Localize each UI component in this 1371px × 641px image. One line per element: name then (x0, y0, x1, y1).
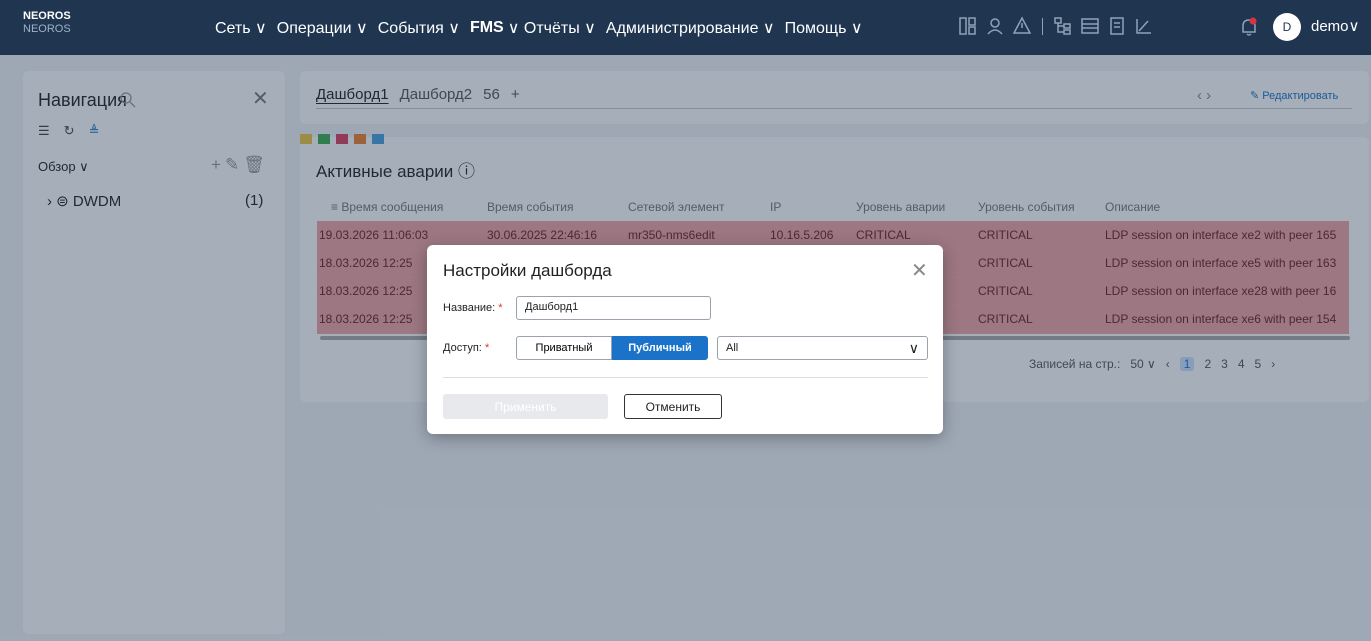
warning-icon[interactable] (1012, 16, 1032, 36)
tree-icon[interactable] (1053, 16, 1073, 36)
close-icon[interactable]: ✕ (911, 258, 928, 283)
dialog-title: Настройки дашборда (443, 261, 612, 280)
access-group-select[interactable]: All ∨ (717, 336, 928, 360)
menu-help[interactable]: Помощь ∨ (785, 18, 863, 38)
menu-fms[interactable]: FMS (470, 19, 504, 37)
toolbar-icons (958, 16, 1154, 36)
avatar[interactable]: D (1273, 13, 1301, 41)
menu-events[interactable]: События ∨ (378, 18, 460, 38)
logo-text: NEOROS (23, 10, 71, 22)
public-option[interactable]: Публичный (612, 336, 708, 360)
menu-admin[interactable]: Администрирование ∨ (606, 18, 775, 38)
chevron-down-icon: ∨ (908, 340, 919, 356)
document-icon[interactable] (1107, 16, 1127, 36)
main-menu: Сеть ∨ Операции ∨ События ∨ FMS ∨ Отчёты… (215, 0, 873, 55)
layout-icon[interactable] (958, 16, 978, 36)
dashboard-settings-dialog: Настройки дашборда ✕ Название: * Дашборд… (427, 245, 943, 434)
logo[interactable]: NEOROS NEOROS (23, 10, 71, 36)
cancel-button[interactable]: Отменить (624, 394, 722, 419)
logo-subtext: NEOROS (23, 23, 71, 35)
menu-operations[interactable]: Операции ∨ (277, 18, 368, 38)
top-bar: NEOROS NEOROS Сеть ∨ Операции ∨ События … (0, 0, 1371, 55)
toolbar-divider (1042, 17, 1043, 35)
user-menu[interactable]: demo∨ (1311, 17, 1360, 35)
bell-icon[interactable] (1238, 16, 1260, 38)
chart-icon[interactable] (1134, 16, 1154, 36)
access-toggle: Приватный Публичный (516, 336, 708, 360)
users-icon[interactable] (985, 16, 1005, 36)
select-value: All (726, 342, 739, 354)
menu-network[interactable]: Сеть ∨ (215, 18, 267, 38)
name-field[interactable]: Дашборд1 (516, 296, 711, 320)
dialog-divider (443, 377, 928, 378)
private-option[interactable]: Приватный (516, 336, 612, 360)
access-label: Доступ: * (443, 342, 490, 354)
menu-reports[interactable]: ∨ Отчёты ∨ (508, 18, 596, 38)
name-label: Название: * (443, 302, 503, 314)
list-icon[interactable] (1080, 16, 1100, 36)
apply-button[interactable]: Применить (443, 394, 608, 419)
